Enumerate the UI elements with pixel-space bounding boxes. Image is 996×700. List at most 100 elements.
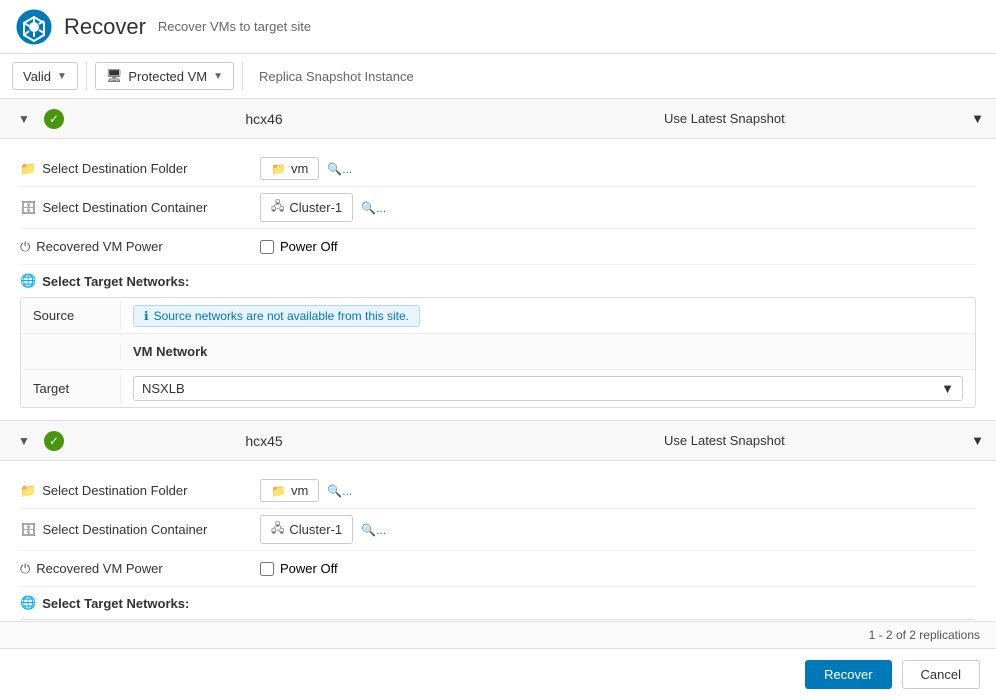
vm2-container-tag-btn[interactable]: 🖧 Cluster-1 (260, 515, 353, 544)
vm2-folder-tag-icon: 📁 (271, 484, 286, 498)
vm2-folder-tag-btn[interactable]: 📁 vm (260, 479, 319, 502)
vm2-networks-table: Source ℹ Source networks are not availab… (20, 619, 976, 621)
container-icon: 🗄 (20, 200, 37, 216)
vm1-power-label: ⏻ Recovered VM Power (20, 239, 260, 255)
vm1-power-label-text: Recovered VM Power (36, 239, 162, 254)
vm1-power-value: Power Off (260, 239, 976, 254)
vm2-container-search-icon[interactable]: 🔍... (361, 523, 386, 537)
vm-row-2: ▼ ✓ hcx45 Use Latest Snapshot ▼ 📁 Select… (0, 421, 996, 621)
cancel-button[interactable]: Cancel (902, 660, 980, 689)
vm1-target-label: Target (21, 373, 121, 404)
vm1-target-network-row: Target NSXLB ▼ (21, 370, 975, 407)
vm2-name: hcx45 (64, 433, 664, 449)
vm2-folder-search-icon[interactable]: 🔍... (327, 484, 352, 498)
valid-filter-chevron-icon: ▼ (57, 71, 67, 82)
app-header: Recover Recover VMs to target site (0, 0, 996, 54)
vm1-details: 📁 Select Destination Folder 📁 vm 🔍... (0, 139, 996, 420)
vm1-dest-container-row: 🗄 Select Destination Container 🖧 Cluster… (20, 187, 976, 229)
vm1-network-name-spacer (21, 344, 121, 360)
vm1-container-search-icon[interactable]: 🔍... (361, 201, 386, 215)
vm2-source-network-row: Source ℹ Source networks are not availab… (21, 620, 975, 621)
vm2-dest-folder-label-text: Select Destination Folder (42, 483, 187, 498)
vm2-power-off-checkbox[interactable] (260, 562, 274, 576)
vm1-network-name: VM Network (121, 338, 975, 365)
vm-header-2[interactable]: ▼ ✓ hcx45 Use Latest Snapshot ▼ (0, 421, 996, 461)
app-logo (16, 9, 52, 45)
vm1-network-name-row: VM Network (21, 334, 975, 370)
vm1-target-chevron-icon: ▼ (941, 381, 954, 396)
vm1-networks-icon: 🌐 (20, 273, 36, 289)
container-icon-2: 🗄 (20, 522, 37, 538)
vm2-container-tag-icon: 🖧 (271, 519, 284, 540)
vm1-folder-search-icon[interactable]: 🔍... (327, 162, 352, 176)
vm1-dest-folder-value: 📁 vm 🔍... (260, 157, 976, 180)
vm1-dest-folder-label: 📁 Select Destination Folder (20, 161, 260, 177)
status-bar: 1 - 2 of 2 replications (0, 621, 996, 648)
vm2-power-label: ⏻ Recovered VM Power (20, 561, 260, 577)
app-title: Recover (64, 14, 146, 40)
protected-vm-label: Protected VM (128, 69, 207, 84)
vm1-folder-tag-text: vm (291, 161, 308, 176)
vm1-source-label: Source (21, 300, 121, 331)
vm2-dest-container-label: 🗄 Select Destination Container (20, 522, 260, 538)
vm2-snapshot-select[interactable]: Use Latest Snapshot ▼ (664, 433, 984, 448)
snapshot-label: Replica Snapshot Instance (259, 69, 414, 84)
vm1-source-info-badge: ℹ Source networks are not available from… (133, 305, 420, 327)
vm1-source-network-row: Source ℹ Source networks are not availab… (21, 298, 975, 334)
vm1-folder-tag-icon: 📁 (271, 162, 286, 176)
vm2-networks-icon: 🌐 (20, 595, 36, 611)
vm1-dest-container-value: 🖧 Cluster-1 🔍... (260, 193, 976, 222)
vm1-container-tag-text: Cluster-1 (289, 200, 342, 215)
vm2-container-tag-text: Cluster-1 (289, 522, 342, 537)
vm1-dest-container-label: 🗄 Select Destination Container (20, 200, 260, 216)
vm1-target-select-btn[interactable]: NSXLB ▼ (133, 376, 963, 401)
valid-filter-dropdown[interactable]: Valid ▼ (12, 62, 78, 90)
vm1-networks-title-text: Select Target Networks: (42, 274, 189, 289)
vm1-power-off-label: Power Off (280, 239, 338, 254)
filter-bar: Valid ▼ 🖥 Protected VM ▼ Replica Snapsho… (0, 54, 996, 99)
vm2-networks-title-text: Select Target Networks: (42, 596, 189, 611)
vm2-dest-folder-row: 📁 Select Destination Folder 📁 vm 🔍... (20, 473, 976, 509)
vm2-folder-tag-text: vm (291, 483, 308, 498)
vm1-name: hcx46 (64, 111, 664, 127)
vm-header-1[interactable]: ▼ ✓ hcx46 Use Latest Snapshot ▼ (0, 99, 996, 139)
vm1-source-info-text: Source networks are not available from t… (154, 309, 409, 323)
vm1-power-row: ⏻ Recovered VM Power Power Off (20, 229, 976, 265)
vm1-status-icon: ✓ (44, 109, 64, 129)
vm2-dest-container-value: 🖧 Cluster-1 🔍... (260, 515, 976, 544)
vm2-power-off-label: Power Off (280, 561, 338, 576)
footer: Recover Cancel (0, 648, 996, 700)
vm1-container-tag-btn[interactable]: 🖧 Cluster-1 (260, 193, 353, 222)
vm-list-scroll[interactable]: ▼ ✓ hcx46 Use Latest Snapshot ▼ 📁 Select… (0, 99, 996, 621)
protected-vm-icon: 🖥 (106, 68, 123, 84)
vm1-folder-tag-btn[interactable]: 📁 vm (260, 157, 319, 180)
vm2-snapshot-value: Use Latest Snapshot (664, 433, 785, 448)
protected-vm-filter-dropdown[interactable]: 🖥 Protected VM ▼ (95, 62, 234, 90)
vm1-collapse-btn[interactable]: ▼ (12, 107, 36, 131)
vm2-power-value: Power Off (260, 561, 976, 576)
valid-filter-label: Valid (23, 69, 51, 84)
vm1-dest-folder-row: 📁 Select Destination Folder 📁 vm 🔍... (20, 151, 976, 187)
vm1-power-off-checkbox[interactable] (260, 240, 274, 254)
app-subtitle: Recover VMs to target site (158, 19, 311, 34)
vm1-dest-folder-label-text: Select Destination Folder (42, 161, 187, 176)
folder-icon: 📁 (20, 161, 36, 177)
power-icon: ⏻ (20, 239, 30, 255)
vm2-snapshot-chevron-icon: ▼ (971, 433, 984, 448)
vm2-dest-container-row: 🗄 Select Destination Container 🖧 Cluster… (20, 509, 976, 551)
vm1-target-value: NSXLB ▼ (121, 370, 975, 407)
vm1-snapshot-value: Use Latest Snapshot (664, 111, 785, 126)
vm2-power-off-checkbox-row: Power Off (260, 561, 338, 576)
filter-divider (86, 62, 87, 90)
status-text: 1 - 2 of 2 replications (869, 628, 980, 642)
vm1-info-icon: ℹ (144, 309, 149, 323)
recover-button[interactable]: Recover (805, 660, 891, 689)
vm2-networks-section: 🌐 Select Target Networks: Source ℹ Sourc… (20, 595, 976, 621)
vm2-collapse-btn[interactable]: ▼ (12, 429, 36, 453)
vm2-dest-container-label-text: Select Destination Container (43, 522, 208, 537)
vm1-target-network-text: NSXLB (142, 381, 185, 396)
vm1-dest-container-label-text: Select Destination Container (43, 200, 208, 215)
vm2-details: 📁 Select Destination Folder 📁 vm 🔍... (0, 461, 996, 621)
vm1-snapshot-select[interactable]: Use Latest Snapshot ▼ (664, 111, 984, 126)
vm1-power-off-checkbox-row: Power Off (260, 239, 338, 254)
